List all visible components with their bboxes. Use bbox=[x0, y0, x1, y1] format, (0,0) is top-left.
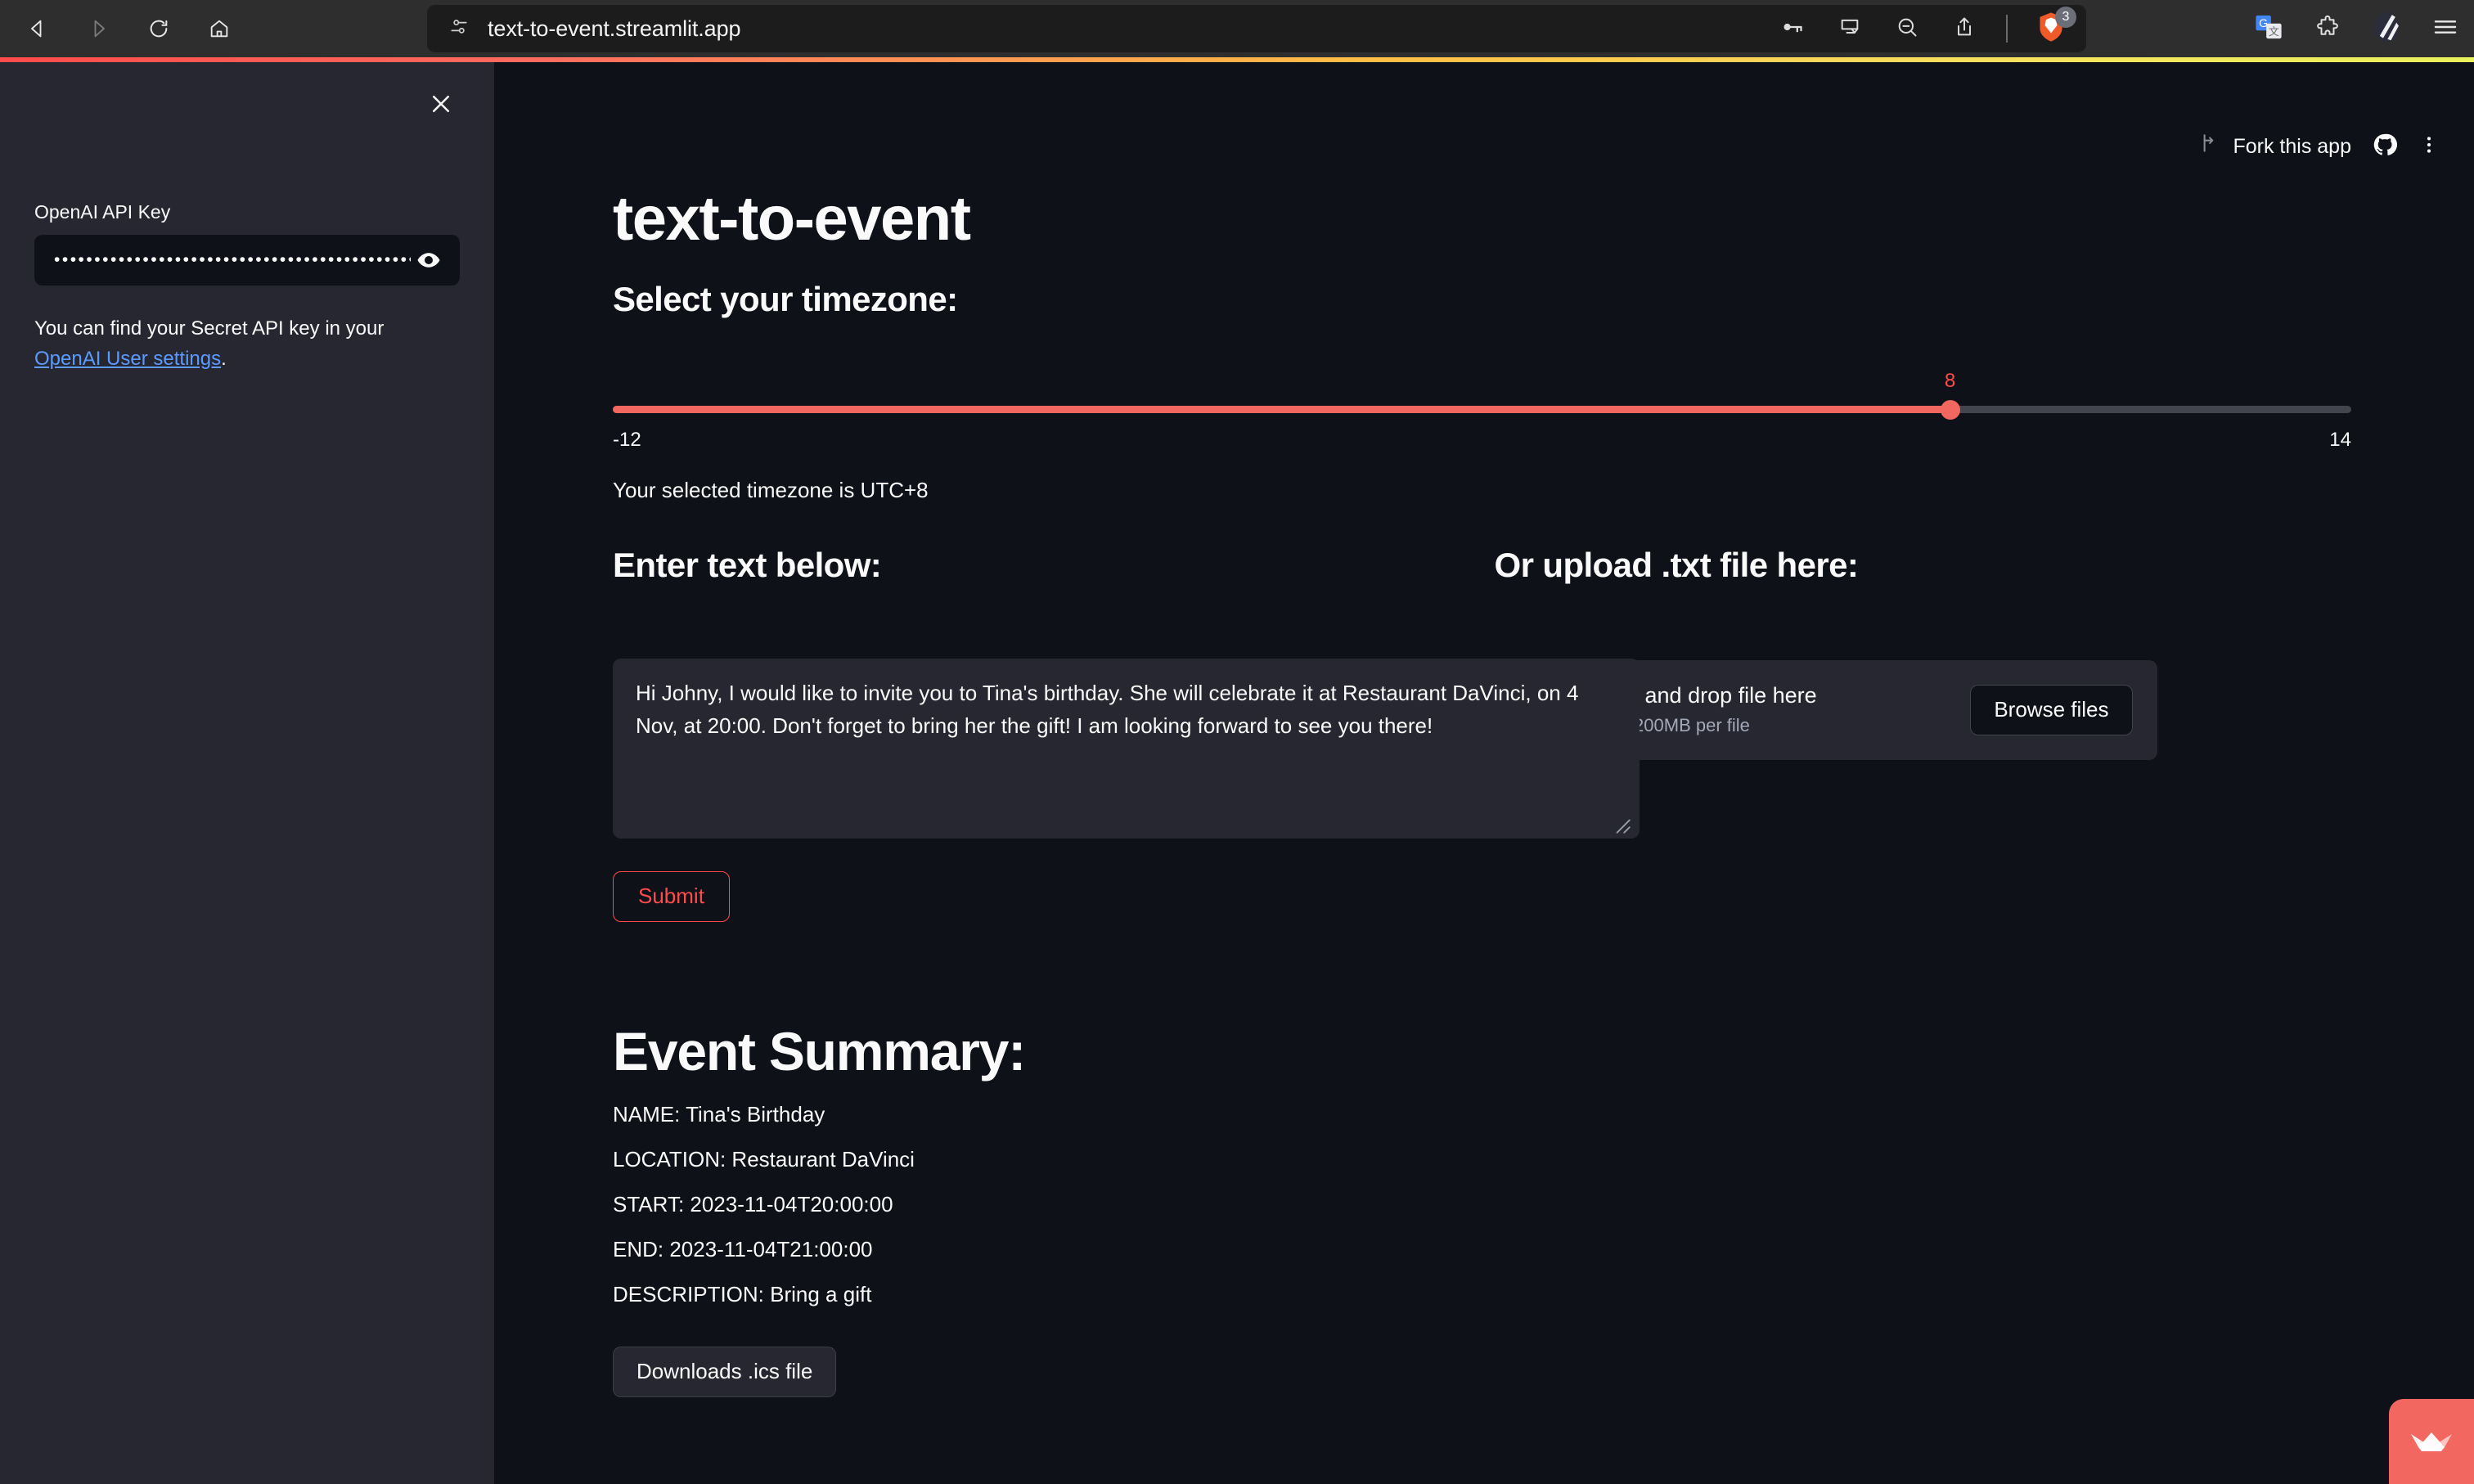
event-summary-list: NAME: Tina's Birthday LOCATION: Restaura… bbox=[613, 1102, 2364, 1307]
browser-nav-buttons bbox=[15, 6, 242, 52]
download-ics-button[interactable]: Downloads .ics file bbox=[613, 1346, 837, 1397]
forward-arrow-icon bbox=[87, 17, 110, 40]
svg-text:文: 文 bbox=[2269, 25, 2279, 37]
download-icon bbox=[1838, 16, 1861, 43]
extensions-button[interactable] bbox=[2312, 13, 2343, 44]
app-menu-button[interactable] bbox=[2407, 126, 2451, 167]
api-key-help-text: You can find your Secret API key in your… bbox=[34, 313, 443, 374]
submit-button[interactable]: Submit bbox=[613, 870, 730, 922]
summary-line-description: DESCRIPTION: Bring a gift bbox=[613, 1281, 872, 1306]
api-key-input[interactable]: ••••••••••••••••••••••••••••••••••••••••… bbox=[34, 235, 460, 286]
enter-text-heading: Enter text below: bbox=[613, 545, 882, 584]
shield-badge-count: 3 bbox=[2055, 7, 2076, 28]
streamlit-decoration-bar bbox=[0, 57, 2474, 62]
forward-button[interactable] bbox=[75, 6, 121, 52]
address-bar-text[interactable]: text-to-event.streamlit.app bbox=[488, 16, 741, 42]
timezone-result-text: Your selected timezone is UTC+8 bbox=[613, 477, 929, 502]
google-translate-icon: G文 bbox=[2255, 13, 2283, 45]
site-settings-icon[interactable] bbox=[448, 16, 470, 42]
slider-value-label: 8 bbox=[1944, 369, 1956, 392]
sidebar: OpenAI API Key •••••••••••••••••••••••••… bbox=[0, 62, 494, 1484]
slider-thumb[interactable] bbox=[1940, 399, 1960, 420]
hamburger-menu-icon bbox=[2432, 14, 2458, 44]
summary-line-location: LOCATION: Restaurant DaVinci bbox=[613, 1146, 915, 1171]
summary-line-name: NAME: Tina's Birthday bbox=[613, 1101, 825, 1126]
github-icon bbox=[2373, 133, 2397, 161]
brave-profile-icon bbox=[2373, 11, 2400, 47]
translate-button[interactable]: G文 bbox=[2253, 13, 2284, 44]
textarea-resize-handle[interactable] bbox=[1611, 812, 1632, 834]
api-key-value[interactable]: ••••••••••••••••••••••••••••••••••••••••… bbox=[54, 250, 411, 270]
brave-shields-button[interactable]: 3 bbox=[2034, 7, 2076, 46]
app-main: Fork this app text-to-event Select your … bbox=[494, 62, 2474, 1484]
uploader-title: Drag and drop file here bbox=[1590, 683, 1817, 708]
downloads-button[interactable] bbox=[1834, 13, 1865, 44]
app-content: text-to-event Select your timezone: 8 -1… bbox=[494, 62, 2364, 1397]
manage-app-button[interactable] bbox=[2389, 1399, 2474, 1484]
browser-extensions-group: G文 bbox=[2253, 5, 2461, 52]
sidebar-close-button[interactable] bbox=[421, 85, 461, 126]
github-button[interactable] bbox=[2363, 126, 2407, 167]
text-input-column: Enter text below: Hi Johny, I would like… bbox=[613, 545, 1640, 922]
profile-button[interactable] bbox=[2371, 11, 2402, 47]
fork-this-app-label: Fork this app bbox=[2233, 134, 2351, 158]
address-bar[interactable]: text-to-event.streamlit.app bbox=[427, 5, 1787, 52]
puzzle-icon bbox=[2315, 15, 2340, 43]
reload-icon bbox=[147, 17, 170, 40]
slider-fill bbox=[613, 405, 1950, 413]
home-button[interactable] bbox=[196, 6, 242, 52]
slider-max-label: 14 bbox=[2329, 428, 2351, 451]
zoom-out-icon bbox=[1896, 16, 1918, 43]
summary-line-start: START: 2023-11-04T20:00:00 bbox=[613, 1191, 893, 1216]
uploader-limit: Limit 200MB per file bbox=[1590, 715, 1750, 736]
two-column-layout: Enter text below: Hi Johny, I would like… bbox=[613, 546, 2351, 922]
kebab-menu-icon bbox=[2418, 134, 2440, 160]
browse-files-button[interactable]: Browse files bbox=[1970, 684, 2133, 735]
api-key-help-suffix: . bbox=[221, 348, 227, 371]
back-button[interactable] bbox=[15, 6, 61, 52]
back-arrow-icon bbox=[26, 17, 49, 40]
timezone-heading: Select your timezone: bbox=[613, 279, 958, 318]
streamlit-logo-icon bbox=[2408, 1423, 2455, 1461]
browser-menu-button[interactable] bbox=[2430, 13, 2461, 44]
toolbar-divider bbox=[2006, 15, 2008, 43]
browser-action-group: 3 bbox=[1759, 5, 2086, 52]
key-icon bbox=[1781, 16, 1804, 43]
timezone-slider[interactable]: 8 -12 14 bbox=[613, 369, 2351, 451]
close-icon bbox=[429, 92, 453, 120]
event-text-value[interactable]: Hi Johny, I would like to invite you to … bbox=[636, 681, 1578, 738]
fork-this-app-button[interactable]: Fork this app bbox=[2187, 126, 2363, 167]
fork-icon bbox=[2198, 133, 2220, 161]
openai-user-settings-link[interactable]: OpenAI User settings bbox=[34, 348, 221, 370]
zoom-out-button[interactable] bbox=[1891, 13, 1923, 44]
password-manager-button[interactable] bbox=[1777, 13, 1808, 44]
summary-line-end: END: 2023-11-04T21:00:00 bbox=[613, 1236, 873, 1261]
page-title: text-to-event bbox=[613, 184, 971, 254]
api-key-help-prefix: You can find your Secret API key in your bbox=[34, 317, 385, 340]
event-summary-heading: Event Summary: bbox=[613, 1020, 1026, 1082]
streamlit-app-toolbar: Fork this app bbox=[2187, 126, 2451, 167]
reload-button[interactable] bbox=[136, 6, 182, 52]
upload-file-heading: Or upload .txt file here: bbox=[1494, 545, 1859, 584]
api-key-label: OpenAI API Key bbox=[34, 201, 171, 223]
eye-icon[interactable] bbox=[411, 242, 447, 278]
uploader-texts: Drag and drop file here Limit 200MB per … bbox=[1591, 683, 1971, 736]
event-text-input[interactable]: Hi Johny, I would like to invite you to … bbox=[613, 658, 1640, 839]
slider-min-label: -12 bbox=[613, 428, 641, 451]
share-icon bbox=[1953, 16, 1976, 43]
share-button[interactable] bbox=[1949, 13, 1980, 44]
browser-toolbar: text-to-event.streamlit.app 3 G 文 bbox=[0, 0, 2474, 57]
home-icon bbox=[208, 17, 231, 40]
